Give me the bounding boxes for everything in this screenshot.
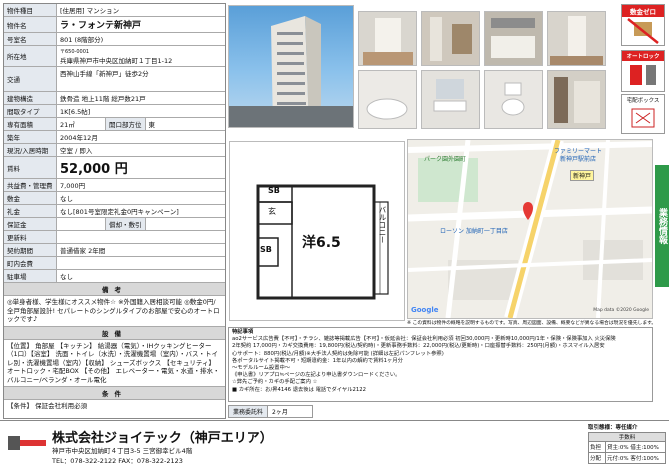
map[interactable]: パーク園外園町 ファミリーマート 新神戸駅前店 ローソン 加納町一丁目店 新神戸… <box>407 139 653 319</box>
map-google-logo: Google <box>411 306 439 314</box>
commission-row: 業務委託料 2ヶ月 <box>228 405 314 418</box>
delivery-box-badge: 宅配ボックス <box>621 94 665 134</box>
map-note: ※ この資料は物件の概略を説明するものです。写真、周辺図面、設備、概要などが異な… <box>407 321 657 326</box>
spec-row-common: 共益費・管理費 7,000円 <box>4 179 225 192</box>
floor-plan: SB 玄 洋6.5 SB バルコニー <box>229 141 405 321</box>
balcony-label: バルコニー <box>378 206 387 244</box>
equipment-text: 【位置】 角部屋 【キッチン】 給湯器（電気）・IHクッキングヒーター（1口）【… <box>4 340 225 387</box>
spec-row-address: 所在地 〒650-0001 兵庫県神戸市中央区加納町１丁目1-12 <box>4 46 225 67</box>
map-label-family2: 新神戸駅前店 <box>560 156 597 163</box>
spec-row-layout: 間取タイプ 1K[6.5帖] <box>4 105 225 118</box>
joytec-logo-icon <box>8 436 46 450</box>
spec-row-deposit: 敷金 なし <box>4 192 225 205</box>
spec-row-contract: 契約期間 普通借家 2年間 <box>4 244 225 257</box>
photo-room-2 <box>421 11 480 66</box>
autolock-badge: オートロック <box>621 50 665 92</box>
map-label-station: 新神戸 <box>570 170 595 181</box>
sb-bottom-label: SB <box>260 245 272 254</box>
company-logo <box>8 436 46 450</box>
spec-row-insurance: 町内会費 <box>4 257 225 270</box>
spec-row-built: 築年 2004年12月 <box>4 131 225 144</box>
map-label-lawson: ローソン 加納町一丁目店 <box>440 228 508 235</box>
photo-hall <box>547 11 606 66</box>
spec-row-category: 物件種目 [住居用] マンション <box>4 4 225 17</box>
spec-row-guarantee: 保証金 償却・敷引 <box>4 218 225 231</box>
room-label: 洋6.5 <box>302 235 341 251</box>
keypad-icon <box>630 65 656 85</box>
property-spec-table: 物件種目 [住居用] マンション 物件名 ラ・フォンテ新神戸 号室名 801 (8階部… <box>3 3 226 419</box>
spec-row-room: 号室名 801 (8階部分) <box>4 33 225 46</box>
trade-box: 取引態様：専任媒介 手数料 負担 貸主:0% 借主:100% 分配 元付:0% 客付… <box>588 423 666 464</box>
sb-top-label: SB <box>268 186 280 195</box>
remarks-box: 特記事項 ao2サービス広告費【不可】・チラシ、雑誌等掲載広告【不可】・仮延会社… <box>228 327 653 402</box>
spec-row-renewal: 更新料 <box>4 231 225 244</box>
spec-row-key: 礼金 なし[801号室限定礼金0円キャンペーン] <box>4 205 225 218</box>
spec-row-status: 現況/入居時期 空室 / 即入 <box>4 144 225 157</box>
photo-entrance <box>547 70 606 129</box>
delivery-box-icon <box>631 108 655 128</box>
company-address: 神戸市中央区加納町４丁目3-5 三宮御幸ビル4階 <box>52 447 193 455</box>
spec-row-name: 物件名 ラ・フォンテ新神戸 <box>4 17 225 33</box>
business-info-tab[interactable]: 業務情報 <box>655 165 669 287</box>
conditions-text: 【条件】 保証会社利用必須 <box>7 402 88 410</box>
equipment-header: 設備 <box>4 326 225 340</box>
photo-room-1 <box>358 11 417 66</box>
spec-row-area: 専有面積 21㎡ 開口部方位東 <box>4 118 225 131</box>
photo-bath <box>358 70 417 129</box>
spec-row-traffic: 交通 西神山手線「新神戸」徒歩2分 <box>4 67 225 92</box>
entry-label: 玄 <box>268 207 276 216</box>
photo-washbasin <box>421 70 480 129</box>
photo-toilet <box>484 70 543 129</box>
map-credit: Map data ©2020 Google <box>593 308 649 313</box>
spec-row-parking: 駐車場 なし <box>4 270 225 283</box>
spec-row-rent: 賃料 52,000 円 <box>4 157 225 179</box>
deposit-zero-badge: 敷金ゼロ <box>621 4 665 46</box>
notes-text: ◎単身者様、学生様にオススメ物件☆ ※外国籍入居相談可能 ◎敷金0円/全戸角部屋… <box>4 296 225 327</box>
building-image <box>229 16 353 127</box>
conditions-header: 条件 <box>4 387 225 400</box>
deposit-zero-icon <box>627 18 659 44</box>
spec-row-structure: 建物構造 鉄骨造 地上11階 総戸数21戸 <box>4 92 225 105</box>
building-photo <box>228 5 354 128</box>
photo-kitchen <box>484 11 543 66</box>
company-name: 株式会社ジョイテック（神戸エリア） <box>52 431 273 446</box>
map-label-park: パーク園外園町 <box>424 156 467 163</box>
company-tel: TEL：078-322-2122 FAX：078-322-2123 <box>52 457 183 465</box>
notes-header: 備考 <box>4 283 225 296</box>
